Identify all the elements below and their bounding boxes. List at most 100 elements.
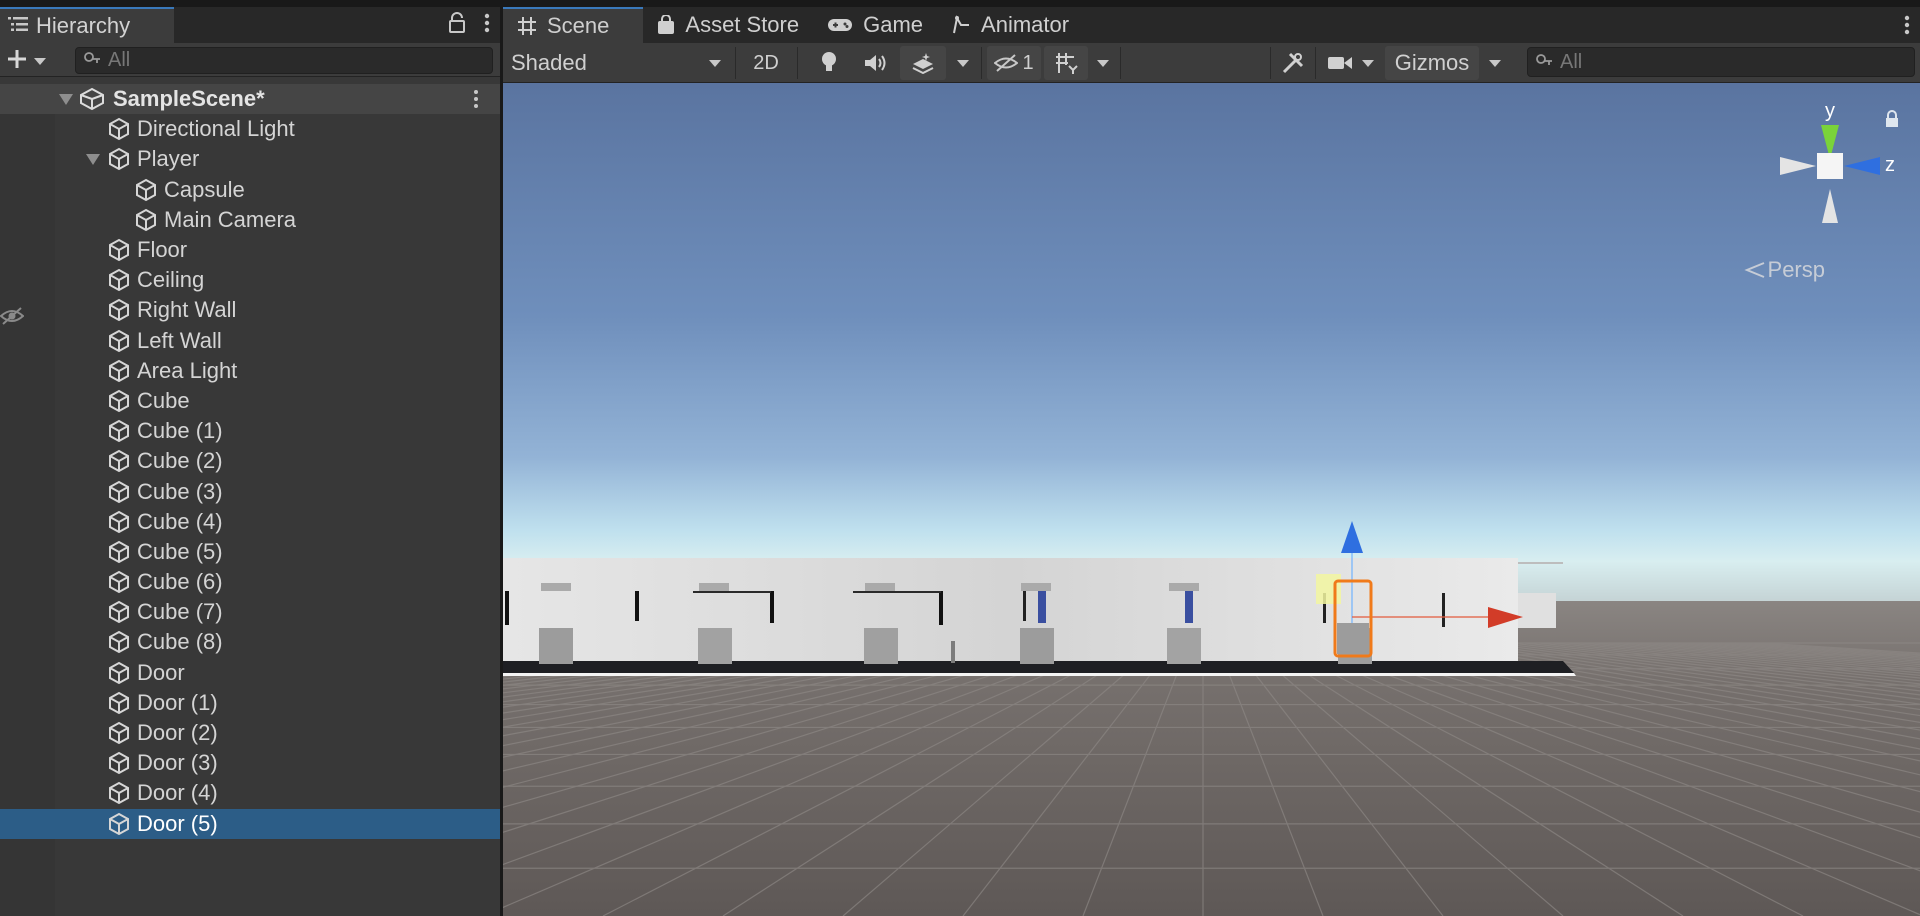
hierarchy-toolbar	[0, 43, 500, 77]
hierarchy-item[interactable]: Door (3)	[0, 748, 500, 778]
create-button[interactable]	[6, 48, 46, 75]
gameobject-icon	[107, 480, 137, 504]
hierarchy-item[interactable]: Cube (2)	[0, 446, 500, 476]
gameobject-icon	[134, 208, 164, 232]
hierarchy-item[interactable]: Door (4)	[0, 778, 500, 808]
hierarchy-item[interactable]: Cube (5)	[0, 537, 500, 567]
hierarchy-item-label: Cube (3)	[137, 478, 223, 504]
scene-menu-icon[interactable]	[473, 89, 479, 109]
hierarchy-item[interactable]: Cube (8)	[0, 627, 500, 657]
tab-animator-label: Animator	[981, 12, 1070, 37]
more-options-icon[interactable]	[484, 12, 490, 39]
scene-render[interactable]	[503, 83, 1920, 916]
tab-scene[interactable]: Scene	[503, 7, 644, 43]
scene-search[interactable]	[1527, 47, 1915, 77]
grid-icon	[517, 16, 537, 36]
chevron-down-icon	[957, 59, 969, 67]
hierarchy-item[interactable]: Right Wall	[0, 295, 500, 325]
grid-snap-toggle[interactable]	[1044, 46, 1088, 80]
tab-asset-store-label: Asset Store	[685, 12, 800, 37]
hierarchy-item-label: Cube (5)	[137, 538, 223, 564]
tab-asset-store[interactable]: Asset Store	[643, 7, 813, 43]
chevron-down-icon	[709, 59, 721, 67]
hierarchy-item-label: Cube	[137, 387, 190, 413]
gameobject-icon	[107, 570, 137, 594]
tab-game[interactable]: Game	[813, 7, 937, 43]
gameobject-icon	[107, 721, 137, 745]
draw-mode-dropdown[interactable]: Shaded	[511, 46, 727, 80]
hierarchy-item[interactable]: Cube (1)	[0, 416, 500, 446]
grid-dropdown[interactable]	[1093, 46, 1113, 80]
gameobject-icon	[107, 298, 137, 322]
gizmos-dropdown[interactable]	[1483, 46, 1507, 80]
effects-dropdown[interactable]	[953, 46, 973, 80]
hierarchy-item[interactable]: Floor	[0, 235, 500, 265]
camera-settings-button[interactable]	[1325, 46, 1355, 80]
hidden-objects-toggle[interactable]: 1	[987, 46, 1041, 80]
hierarchy-item-label: Door (3)	[137, 750, 218, 776]
hierarchy-item-label: Door (2)	[137, 720, 218, 746]
projection-toggle[interactable]: Persp	[1743, 257, 1825, 283]
lock-icon[interactable]	[1884, 109, 1900, 129]
scene-name: SampleScene*	[113, 86, 265, 112]
audio-toggle-button[interactable]	[861, 46, 891, 80]
tab-scene-label: Scene	[547, 13, 610, 38]
hierarchy-item[interactable]: Cube (6)	[0, 567, 500, 597]
tools-button[interactable]	[1279, 46, 1307, 80]
triangle-down-icon[interactable]	[84, 150, 102, 168]
hierarchy-item[interactable]: Left Wall	[0, 326, 500, 356]
hierarchy-item-label: Cube (7)	[137, 599, 223, 625]
hierarchy-item[interactable]: Door	[0, 658, 500, 688]
2d-toggle-label: 2D	[753, 51, 779, 74]
hierarchy-item[interactable]: Player	[0, 144, 500, 174]
hierarchy-item[interactable]: Door (5)	[0, 808, 500, 839]
hierarchy-search-input[interactable]	[108, 49, 476, 72]
hierarchy-item[interactable]: Capsule	[0, 175, 500, 205]
scene-search-input[interactable]	[1560, 50, 1901, 74]
animator-icon	[951, 15, 971, 35]
hierarchy-item[interactable]: Directional Light	[0, 114, 500, 144]
hierarchy-item[interactable]: Ceiling	[0, 265, 500, 295]
camera-dropdown[interactable]	[1358, 46, 1378, 80]
tab-hierarchy[interactable]: Hierarchy	[0, 7, 174, 43]
hierarchy-item[interactable]: Cube (3)	[0, 476, 500, 506]
hierarchy-item[interactable]: Cube	[0, 386, 500, 416]
scene-viewport[interactable]: y z Persp	[503, 83, 1920, 916]
scene-tabbar: Scene Asset Store Game Animator	[503, 7, 1920, 43]
gamepad-icon	[827, 17, 853, 33]
gameobject-icon	[107, 238, 137, 262]
gameobject-icon	[107, 147, 137, 171]
2d-toggle-button[interactable]: 2D	[743, 46, 789, 80]
gizmos-button[interactable]: Gizmos	[1385, 46, 1479, 80]
effects-toggle-button[interactable]	[900, 46, 946, 80]
scene-row[interactable]: SampleScene*	[0, 84, 500, 115]
projection-label: Persp	[1767, 257, 1825, 282]
orientation-gizmo[interactable]: y z	[1760, 97, 1900, 237]
axis-z-label: z	[1885, 154, 1895, 176]
grid-snap-icon	[1056, 53, 1078, 74]
hierarchy-item[interactable]: Cube (4)	[0, 507, 500, 537]
tab-animator[interactable]: Animator	[937, 7, 1083, 43]
lock-icon[interactable]	[448, 11, 466, 39]
lighting-toggle-button[interactable]	[815, 46, 843, 80]
hierarchy-search[interactable]	[75, 47, 493, 74]
skybox	[503, 83, 1920, 603]
hierarchy-item[interactable]: Door (2)	[0, 718, 500, 748]
tab-game-label: Game	[863, 12, 924, 37]
hierarchy-item[interactable]: Cube (7)	[0, 597, 500, 627]
hierarchy-item[interactable]: Area Light	[0, 356, 500, 386]
camera-icon	[1328, 57, 1352, 69]
hierarchy-item-label: Right Wall	[137, 297, 237, 323]
gameobject-icon	[107, 510, 137, 534]
triangle-down-icon[interactable]	[57, 90, 75, 108]
axis-y-label: y	[1825, 100, 1835, 122]
speaker-icon	[865, 55, 886, 71]
tools-icon	[1282, 52, 1304, 74]
hierarchy-item[interactable]: Door (1)	[0, 688, 500, 718]
more-options-icon[interactable]	[1904, 14, 1910, 41]
scene-toolbar: Shaded 2D 1 Gizmos All	[503, 43, 1920, 83]
gizmos-label: Gizmos	[1394, 50, 1470, 75]
hierarchy-item[interactable]: Main Camera	[0, 205, 500, 235]
hierarchy-item-label: Cube (6)	[137, 569, 223, 595]
gameobject-icon	[107, 630, 137, 654]
